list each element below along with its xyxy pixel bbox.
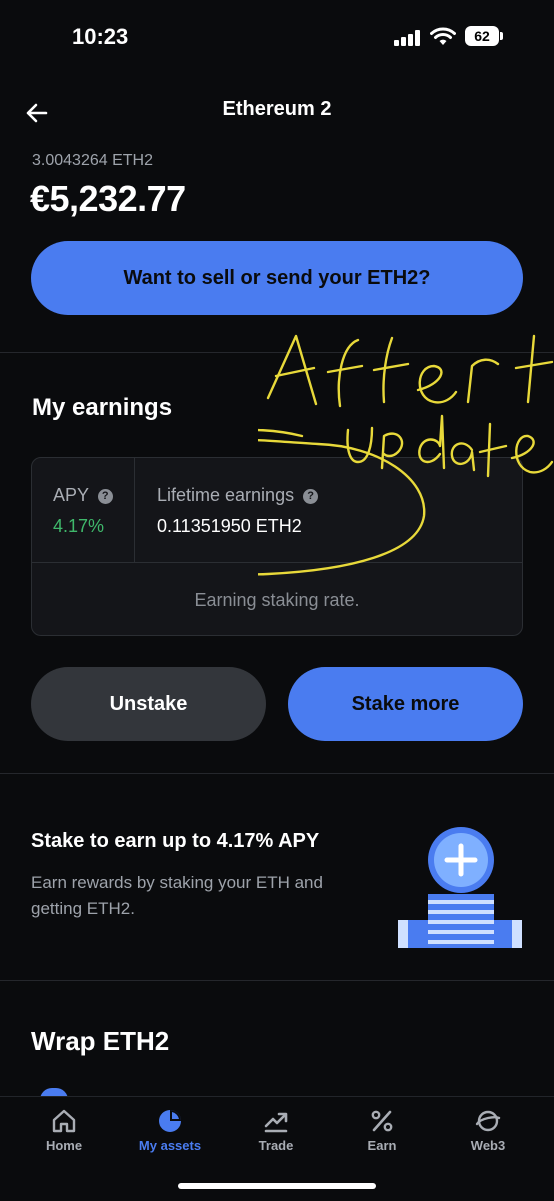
page-title: Ethereum 2 xyxy=(222,98,332,120)
home-icon xyxy=(52,1109,76,1133)
sell-send-button[interactable]: Want to sell or send your ETH2? xyxy=(31,241,523,315)
card-divider-vertical xyxy=(134,458,135,562)
earnings-title: My earnings xyxy=(32,394,173,421)
apy-label: APY ? xyxy=(53,485,113,506)
web3-icon xyxy=(475,1110,501,1132)
section-divider xyxy=(0,773,554,774)
holding-amount: 3.0043264 ETH2 xyxy=(32,152,153,169)
percent-icon xyxy=(371,1110,393,1132)
nav-label: Home xyxy=(45,1138,83,1153)
section-divider xyxy=(0,980,554,981)
status-time: 10:23 xyxy=(72,24,129,49)
trend-up-icon xyxy=(264,1112,288,1133)
battery-indicator: 62 xyxy=(465,26,499,46)
promo-title: Stake to earn up to 4.17% APY xyxy=(31,830,320,852)
help-icon[interactable]: ? xyxy=(97,489,113,504)
nav-trade[interactable]: Trade xyxy=(231,1108,321,1153)
nav-label: My assets xyxy=(138,1138,202,1153)
unstake-button[interactable]: Unstake xyxy=(31,667,266,741)
nav-label: Trade xyxy=(258,1138,294,1153)
cellular-signal-icon xyxy=(394,30,420,46)
apy-value: 4.17% xyxy=(53,516,105,536)
handwritten-annotation xyxy=(258,334,554,576)
holding-value: €5,232.77 xyxy=(30,178,186,219)
wrap-title: Wrap ETH2 xyxy=(31,1026,170,1056)
promo-body: Earn rewards by staking your ETH and get… xyxy=(31,873,323,918)
nav-label: Earn xyxy=(367,1138,397,1153)
wifi-icon xyxy=(430,27,456,45)
nav-web3[interactable]: Web3 xyxy=(443,1108,533,1153)
stake-coins-illustration xyxy=(398,827,522,948)
nav-my-assets[interactable]: My assets xyxy=(125,1108,215,1153)
nav-label: Web3 xyxy=(470,1138,506,1153)
nav-home[interactable]: Home xyxy=(19,1108,109,1153)
stake-more-button[interactable]: Stake more xyxy=(288,667,523,741)
home-indicator xyxy=(178,1183,376,1189)
pie-chart-icon xyxy=(159,1110,181,1132)
nav-earn[interactable]: Earn xyxy=(337,1108,427,1153)
battery-cap xyxy=(500,32,503,40)
